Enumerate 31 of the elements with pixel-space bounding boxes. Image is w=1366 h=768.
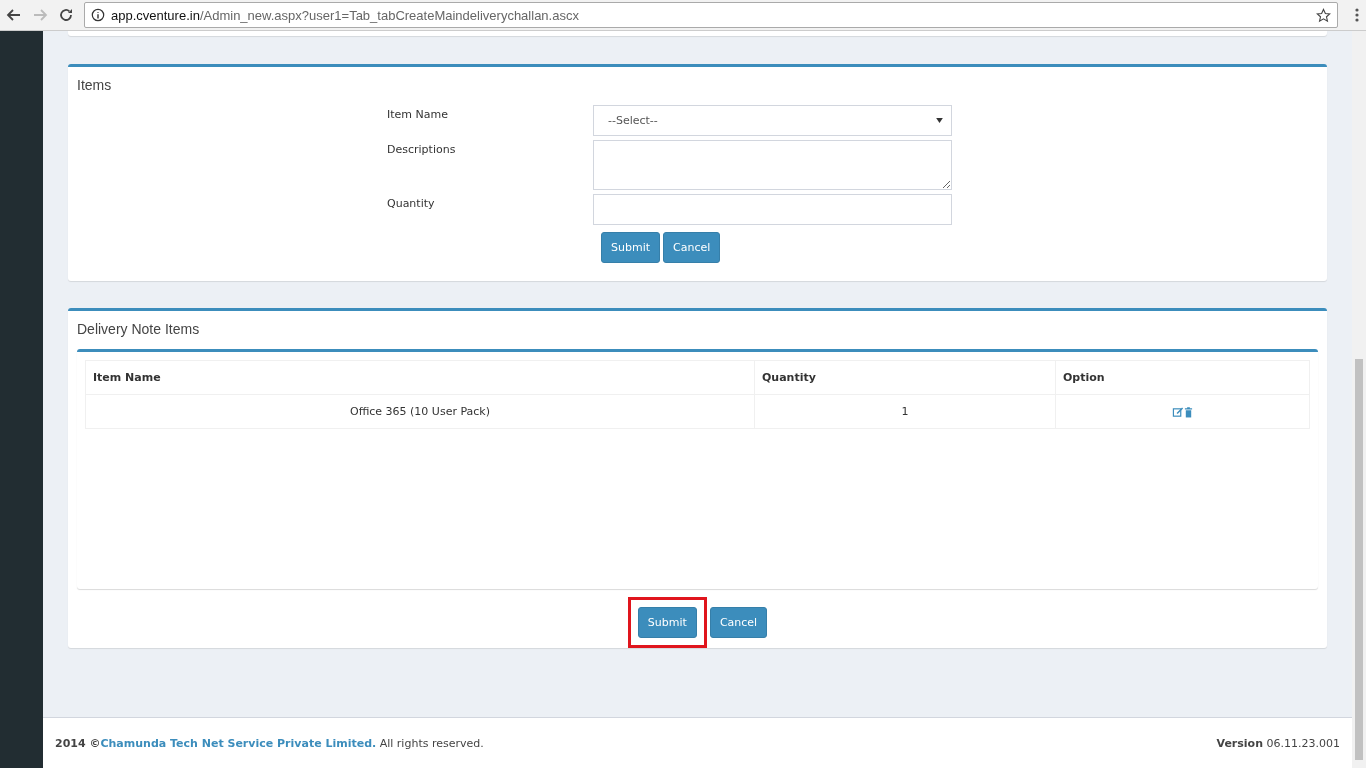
scrollbar[interactable] (1352, 31, 1366, 768)
card-title: Delivery Note Items (77, 320, 201, 339)
bookmark-star-icon[interactable] (1316, 7, 1331, 23)
field-label: Quantity (387, 196, 436, 210)
submit-button[interactable]: Submit (601, 232, 661, 263)
descriptions-field[interactable] (593, 140, 952, 190)
delete-icon[interactable] (1184, 406, 1193, 418)
company-link[interactable]: Chamunda Tech Net Service Private Limited. (100, 736, 377, 750)
edit-icon[interactable] (1172, 406, 1184, 418)
address-bar[interactable]: app.cventure.in/Admin_new.aspx?user1=Tab_tabCreateMaindeliverychallan.ascx (84, 2, 1338, 28)
table-cell: 1 (754, 394, 1056, 429)
cancel-button[interactable]: Cancel (709, 607, 768, 638)
column-header: Item Name (85, 360, 755, 395)
item-name-select[interactable]: --Select-- (593, 105, 952, 136)
field-label: Item Name (387, 107, 449, 121)
version-text: Version 06.11.23.001 (1216, 736, 1340, 750)
column-header: Option (1055, 360, 1310, 395)
caret-icon (936, 118, 943, 123)
info-icon (91, 8, 105, 22)
quantity-field[interactable] (593, 194, 952, 225)
reload-icon[interactable] (58, 7, 74, 23)
table-cell: Office 365 (10 User Pack) (85, 394, 755, 429)
cancel-button[interactable]: Cancel (663, 232, 721, 263)
column-header: Quantity (754, 360, 1056, 395)
menu-icon[interactable] (1354, 7, 1360, 23)
card-title: Items (77, 76, 113, 95)
submit-button[interactable]: Submit (637, 607, 697, 638)
field-label: Descriptions (387, 142, 457, 156)
url-text: app.cventure.in/Admin_new.aspx?user1=Tab_tabCreateMaindeliverychallan.ascx (111, 7, 580, 23)
back-icon[interactable] (6, 7, 22, 23)
copyright-text: 2014 ©Chamunda Tech Net Service Private Limited. All rights reserved. (55, 736, 484, 750)
